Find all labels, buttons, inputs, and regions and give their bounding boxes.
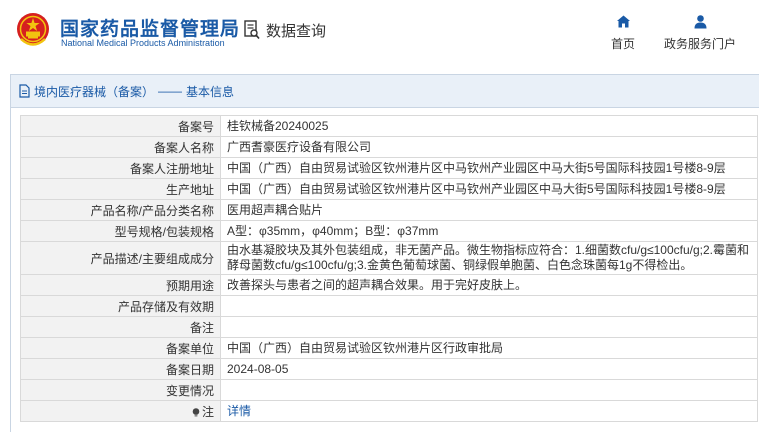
user-icon: [694, 15, 706, 29]
field-label: 备案号: [20, 115, 221, 137]
note-label-cell: 注: [20, 400, 221, 422]
record-table: 备案号 桂钦械备20240025 备案人名称 广西耆豪医疗设备有限公司 备案人注…: [20, 115, 758, 422]
field-label: 型号规格/包装规格: [20, 220, 221, 242]
table-row: 备注: [20, 316, 758, 338]
site-subtitle: National Medical Products Administration: [61, 38, 225, 48]
field-value: 中国（广西）自由贸易试验区钦州港片区中马钦州产业园区中马大街5号国际科技园1号楼…: [220, 157, 758, 179]
field-value: 由水基凝胶块及其外包装组成，非无菌产品。微生物指标应符合：1.细菌数cfu/g≤…: [220, 241, 758, 275]
table-row: 型号规格/包装规格 A型：φ35mm，φ40mm；B型：φ37mm: [20, 220, 758, 242]
table-row: 备案号 桂钦械备20240025: [20, 115, 758, 137]
field-label: 备案日期: [20, 358, 221, 380]
field-label: 备案人名称: [20, 136, 221, 158]
breadcrumb-separator: ——: [158, 84, 183, 98]
table-row: 产品名称/产品分类名称 医用超声耦合贴片: [20, 199, 758, 221]
nav-home-label: 首页: [610, 37, 635, 51]
data-query-link[interactable]: 数据查询: [244, 20, 326, 40]
field-label: 产品描述/主要组成成分: [20, 241, 221, 275]
breadcrumb: 境内医疗器械（备案） —— 基本信息: [11, 75, 759, 108]
table-row: 备案人名称 广西耆豪医疗设备有限公司: [20, 136, 758, 158]
field-value: 医用超声耦合贴片: [220, 199, 758, 221]
field-value: 2024-08-05: [220, 358, 758, 380]
data-query-label: 数据查询: [266, 22, 327, 40]
table-row: 产品存储及有效期: [20, 295, 758, 317]
field-label: 产品名称/产品分类名称: [20, 199, 221, 221]
field-label: 备案单位: [20, 337, 221, 359]
table-row: 预期用途 改善探头与患者之间的超声耦合效果。用于完好皮肤上。: [20, 274, 758, 296]
field-label: 变更情况: [20, 379, 221, 401]
field-value: 中国（广西）自由贸易试验区钦州港片区中马钦州产业园区中马大街5号国际科技园1号楼…: [220, 178, 758, 200]
table-row: 变更情况: [20, 379, 758, 401]
field-label: 备注: [20, 316, 221, 338]
field-value: [220, 295, 758, 317]
lightbulb-icon: [192, 408, 200, 417]
table-row: 备案单位 中国（广西）自由贸易试验区钦州港片区行政审批局: [20, 337, 758, 359]
field-value: 改善探头与患者之间的超声耦合效果。用于完好皮肤上。: [220, 274, 758, 296]
document-icon: [19, 84, 30, 98]
field-label: 产品存储及有效期: [20, 295, 221, 317]
field-label: 备案人注册地址: [20, 157, 221, 179]
note-value-cell: 详情: [220, 400, 758, 422]
field-value: 中国（广西）自由贸易试验区钦州港片区行政审批局: [220, 337, 758, 359]
table-row: 注 详情: [20, 400, 758, 422]
home-icon: [616, 15, 630, 28]
site-header: 国家药品监督管理局 National Medical Products Admi…: [0, 0, 759, 66]
note-label: 注: [201, 404, 214, 419]
field-value: A型：φ35mm，φ40mm；B型：φ37mm: [220, 220, 758, 242]
field-label: 预期用途: [20, 274, 221, 296]
nav-service-portal-label: 政务服务门户: [663, 37, 736, 51]
field-value: [220, 316, 758, 338]
national-emblem-icon[interactable]: [16, 12, 50, 48]
table-row: 备案人注册地址 中国（广西）自由贸易试验区钦州港片区中马钦州产业园区中马大街5号…: [20, 157, 758, 179]
table-row: 产品描述/主要组成成分 由水基凝胶块及其外包装组成，非无菌产品。微生物指标应符合…: [20, 241, 758, 275]
table-row: 生产地址 中国（广西）自由贸易试验区钦州港片区中马钦州产业园区中马大街5号国际科…: [20, 178, 758, 200]
field-label: 生产地址: [20, 178, 221, 200]
table-row: 备案日期 2024-08-05: [20, 358, 758, 380]
detail-panel: 境内医疗器械（备案） —— 基本信息 备案号 桂钦械备20240025 备案人名…: [10, 74, 759, 432]
nav-home[interactable]: 首页: [608, 14, 638, 52]
site-title[interactable]: 国家药品监督管理局: [60, 14, 240, 41]
details-link[interactable]: 详情: [227, 404, 251, 418]
breadcrumb-section[interactable]: 境内医疗器械（备案）: [34, 83, 154, 100]
data-query-icon: [244, 20, 260, 40]
field-value: 桂钦械备20240025: [220, 115, 758, 137]
field-value: [220, 379, 758, 401]
nav-service-portal[interactable]: 政务服务门户: [660, 14, 740, 52]
field-value: 广西耆豪医疗设备有限公司: [220, 136, 758, 158]
breadcrumb-current: 基本信息: [186, 84, 235, 99]
